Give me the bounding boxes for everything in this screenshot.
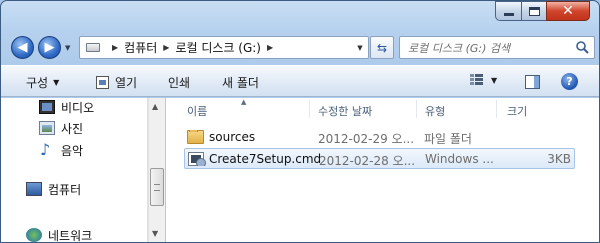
scrollbar-thumb[interactable]	[150, 168, 164, 206]
organize-label: 구성	[26, 76, 49, 90]
column-header-size[interactable]: 크기	[507, 103, 527, 119]
open-button[interactable]: 열기	[96, 74, 137, 91]
nav-item-pictures[interactable]: 사진	[39, 119, 83, 137]
network-icon	[26, 228, 42, 242]
nav-item-label: 컴퓨터	[48, 182, 82, 197]
nav-item-computer[interactable]: 컴퓨터	[26, 180, 146, 198]
file-modified: 2012-02-29 오...	[318, 132, 415, 146]
back-button[interactable]: ◀	[11, 36, 34, 59]
new-folder-label: 새 폴더	[222, 76, 259, 90]
nav-item-label: 네트워크	[48, 228, 93, 243]
column-header-type[interactable]: 유형	[425, 103, 445, 119]
nav-item-network[interactable]: 네트워크	[26, 226, 93, 243]
nav-item-videos[interactable]: 비디오	[39, 98, 94, 116]
nav-item-label: 비디오	[61, 100, 95, 115]
forward-arrow-icon: ▶	[44, 40, 55, 55]
address-bar[interactable]: ▶ 컴퓨터 ▶ 로컬 디스크 (G:) ▶ ▼	[79, 36, 369, 59]
file-list: ▲ 이름 수정한 날짜 유형 크기 sources 2012-02-29 오..…	[166, 98, 599, 242]
help-button[interactable]: ?	[561, 73, 578, 90]
search-icon[interactable]	[575, 40, 590, 55]
chevron-down-icon: ▼	[53, 78, 60, 87]
close-button[interactable]: ✕	[546, 1, 590, 21]
address-history-dropdown[interactable]: ▼	[352, 37, 368, 58]
breadcrumb-computer[interactable]: 컴퓨터	[124, 39, 157, 56]
column-divider[interactable]	[309, 100, 310, 118]
folder-icon	[187, 130, 204, 144]
recent-pages-dropdown[interactable]: ▼	[65, 44, 70, 52]
search-input[interactable]: 로컬 디스크 (G:) 검색	[399, 36, 595, 59]
chevron-down-icon: ▼	[491, 75, 498, 85]
file-row-create7setup[interactable]: Create7Setup.cmd 2012-02-28 오... Windows…	[184, 148, 575, 169]
details-view-icon	[470, 74, 484, 86]
breadcrumb-local-disk[interactable]: 로컬 디스크 (G:)	[175, 39, 261, 56]
file-type: Windows ...	[425, 152, 494, 166]
forward-button[interactable]: ▶	[38, 36, 61, 59]
file-modified: 2012-02-28 오...	[319, 154, 416, 168]
preview-pane-button[interactable]	[525, 75, 540, 89]
maximize-icon	[528, 6, 540, 16]
maximize-button[interactable]	[521, 1, 547, 21]
command-bar: 구성 ▼ 열기 인쇄 새 폴더 ▼ ?	[1, 65, 599, 97]
back-arrow-icon: ◀	[17, 40, 28, 55]
refresh-button[interactable]: ⇆	[370, 36, 394, 59]
close-icon: ✕	[562, 3, 574, 19]
new-folder-button[interactable]: 새 폴더	[222, 74, 259, 91]
file-type: 파일 폴더	[424, 132, 472, 146]
explorer-window: ✕ ◀ ▶ ▼ ▶ 컴퓨터 ▶ 로컬 디스크 (G:) ▶ ▼ ⇆ 로컬 디스크…	[0, 0, 600, 243]
cmd-file-icon	[188, 152, 206, 166]
sort-ascending-icon: ▲	[241, 98, 247, 106]
breadcrumb-separator-icon[interactable]: ▶	[267, 43, 273, 52]
help-icon: ?	[566, 75, 573, 88]
file-row-sources[interactable]: sources 2012-02-29 오... 파일 폴더	[184, 127, 575, 148]
computer-icon	[26, 182, 42, 196]
column-header-modified[interactable]: 수정한 날짜	[318, 103, 372, 119]
file-name: sources	[209, 130, 256, 144]
change-view-button[interactable]: ▼	[470, 74, 497, 86]
nav-item-label: 사진	[61, 121, 84, 136]
nav-item-label: 음악	[61, 143, 84, 158]
refresh-icon: ⇆	[376, 40, 388, 55]
file-name-cell: sources	[187, 130, 255, 144]
breadcrumb-separator-icon[interactable]: ▶	[163, 43, 169, 52]
navigation-pane: 비디오 사진 음악 컴퓨터 네트워크	[1, 98, 148, 243]
nav-item-music[interactable]: 음악	[39, 140, 84, 159]
music-library-icon	[39, 140, 55, 159]
minimize-button[interactable]	[495, 1, 522, 21]
file-size: 3KB	[547, 152, 571, 166]
search-placeholder: 로컬 디스크 (G:) 검색	[408, 41, 511, 55]
open-icon	[96, 76, 109, 89]
column-divider[interactable]	[416, 100, 417, 118]
scroll-up-icon[interactable]: ▲	[152, 102, 158, 111]
column-header-name[interactable]: 이름	[187, 103, 207, 119]
breadcrumb-separator-icon[interactable]: ▶	[112, 43, 118, 52]
drive-icon	[86, 43, 100, 52]
print-button[interactable]: 인쇄	[168, 74, 190, 91]
column-divider[interactable]	[496, 100, 497, 118]
organize-menu-button[interactable]: 구성 ▼	[26, 74, 59, 91]
print-label: 인쇄	[168, 76, 191, 90]
open-label: 열기	[115, 76, 138, 90]
file-name-cell: Create7Setup.cmd	[188, 152, 321, 166]
file-name: Create7Setup.cmd	[209, 152, 322, 166]
scroll-down-icon[interactable]: ▼	[152, 229, 158, 238]
pictures-library-icon	[39, 121, 55, 135]
minimize-icon	[503, 12, 514, 16]
video-library-icon	[39, 100, 55, 114]
nav-pane-scrollbar[interactable]: ▲ ▼	[148, 98, 165, 242]
